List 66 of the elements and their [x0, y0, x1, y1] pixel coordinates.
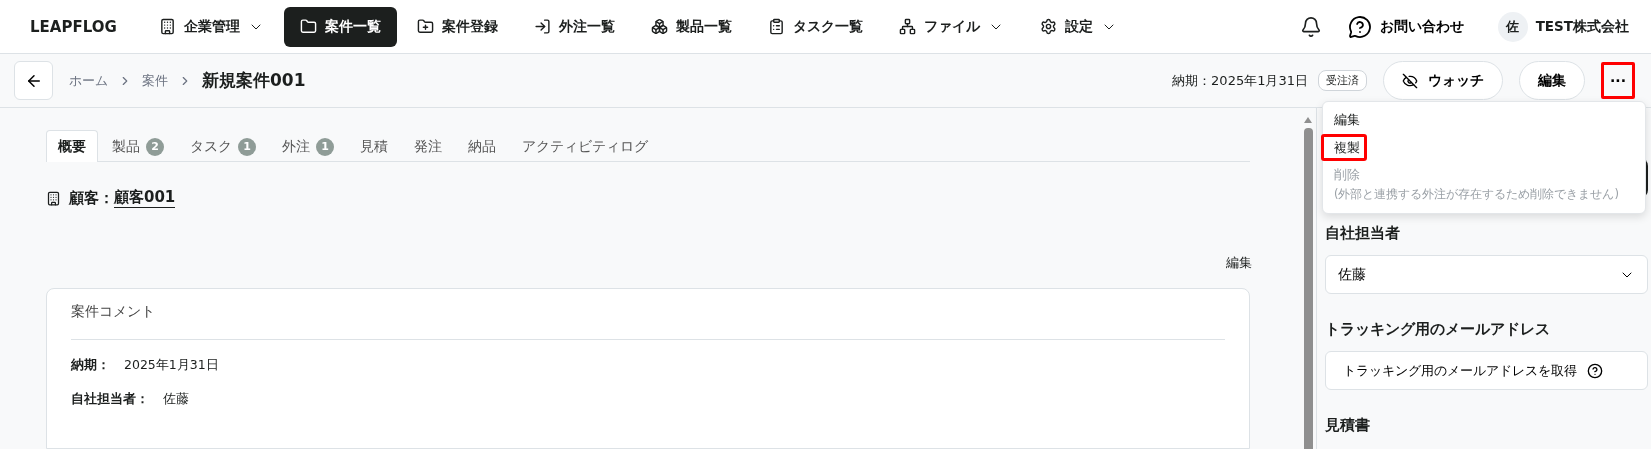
nav-item[interactable]: タスク一覧 — [751, 6, 879, 47]
status-badge: 受注済 — [1318, 70, 1367, 91]
bell-icon[interactable] — [1299, 15, 1322, 38]
help-chat-icon — [1347, 14, 1372, 39]
menu-item-label: 削除 — [1334, 166, 1361, 184]
field-value: 佐藤 — [163, 391, 189, 408]
breadcrumb-link[interactable]: 案件 — [142, 71, 168, 90]
menu-item-note: (外部と連携する外注が存在するため削除できません) — [1334, 185, 1620, 202]
nav-item[interactable]: 外注一覧 — [517, 6, 631, 47]
arrow-in-icon — [533, 18, 551, 35]
folder-plus-icon — [416, 18, 434, 35]
staff-select[interactable]: 佐藤 — [1325, 255, 1648, 294]
scrollbar-thumb[interactable] — [1303, 128, 1313, 449]
field-label: 納期： — [71, 357, 110, 374]
page-title: 新規案件001 — [202, 69, 306, 92]
nav-item[interactable]: 設定 — [1023, 6, 1133, 47]
count-badge: 1 — [238, 137, 256, 156]
nav-item[interactable]: 案件登録 — [400, 6, 514, 47]
menu-item-label: 複製 — [1334, 138, 1360, 157]
help-icon — [1587, 362, 1603, 379]
building-icon — [158, 18, 176, 35]
menu-item-label: 編集 — [1334, 111, 1361, 129]
clipboard-icon — [767, 18, 785, 35]
nav-item[interactable]: 製品一覧 — [634, 6, 748, 47]
breadcrumb-link[interactable]: ホーム — [69, 71, 108, 90]
nav-item[interactable]: 案件一覧 — [283, 6, 397, 47]
eye-off-icon — [1402, 72, 1418, 89]
field-label: 自社担当者： — [71, 391, 149, 408]
building-icon — [46, 190, 61, 206]
file-tree-icon — [898, 18, 916, 35]
tab[interactable]: アクティビティログ — [510, 130, 660, 162]
nav-item[interactable]: ファイル — [882, 6, 1020, 47]
tab[interactable]: 納品 — [456, 130, 508, 162]
edit-button[interactable]: 編集 — [1519, 61, 1585, 100]
logo: LEAPFLOG — [30, 17, 117, 36]
company-name: TEST株式会社 — [1535, 17, 1629, 36]
menu-item[interactable]: 編集 — [1321, 106, 1645, 134]
tab[interactable]: 発注 — [402, 130, 454, 162]
settings-icon — [1039, 18, 1057, 35]
due-date: 納期：2025年1月31日 — [1172, 71, 1308, 90]
count-badge: 1 — [316, 137, 334, 156]
nav-item[interactable]: 企業管理 — [142, 6, 280, 47]
tab[interactable]: タスク 1 — [178, 130, 268, 162]
tab[interactable]: 外注 1 — [270, 130, 346, 162]
edit-link[interactable]: 編集 — [1226, 254, 1252, 272]
section-heading: 自社担当者 — [1325, 224, 1401, 243]
avatar[interactable]: 佐 — [1497, 11, 1528, 42]
menu-item[interactable]: 複製 — [1321, 133, 1367, 162]
count-badge: 2 — [146, 137, 164, 156]
boxes-icon — [650, 18, 668, 35]
section-heading: トラッキング用のメールアドレス — [1325, 320, 1551, 339]
watch-button[interactable]: ウォッチ — [1383, 61, 1503, 100]
customer-link[interactable]: 顧客001 — [114, 188, 176, 208]
back-button[interactable] — [14, 61, 53, 100]
scroll-up-icon[interactable] — [1303, 116, 1313, 124]
tracking-button[interactable]: トラッキング用のメールアドレスを取得 — [1325, 351, 1648, 390]
folder-icon — [299, 18, 317, 35]
tab[interactable]: 概要 — [46, 130, 98, 162]
customer-label: 顧客： — [69, 188, 114, 208]
more-button[interactable]: ··· — [1601, 62, 1635, 99]
field-value: 2025年1月31日 — [124, 357, 219, 374]
section-heading: 見積書 — [1325, 416, 1371, 435]
tab[interactable]: 見積 — [348, 130, 400, 162]
tab[interactable]: 製品 2 — [100, 130, 176, 162]
card-title: 案件コメント — [71, 289, 1225, 340]
contact-link[interactable]: お問い合わせ — [1341, 13, 1470, 40]
